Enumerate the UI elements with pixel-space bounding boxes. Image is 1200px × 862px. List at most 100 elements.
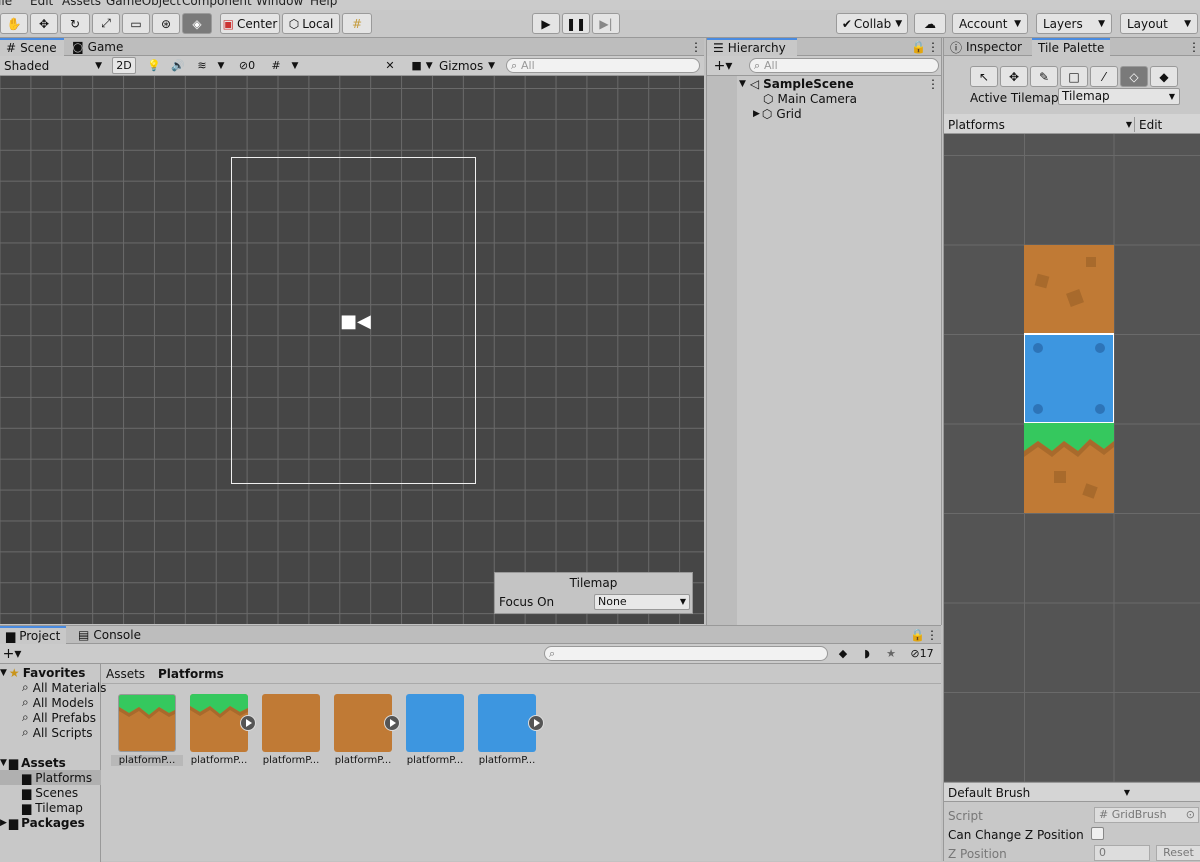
fill-bucket-icon[interactable]: ◆ bbox=[1150, 66, 1178, 87]
label-icon[interactable]: ◗ bbox=[858, 645, 876, 662]
favorites-header[interactable]: ▼ ★ Favorites bbox=[0, 665, 85, 680]
hidden-packages-toggle[interactable]: ⊘ 17 bbox=[906, 645, 938, 662]
asset-thumb-3[interactable] bbox=[262, 694, 320, 752]
expand-arrow-icon[interactable]: ▼ bbox=[739, 79, 746, 89]
select-tool-icon[interactable]: ↖ bbox=[970, 66, 998, 87]
more-options-icon[interactable]: ⋮ bbox=[684, 38, 708, 56]
camera-dropdown[interactable]: ■ ▼ bbox=[406, 57, 438, 74]
play-button[interactable]: ▶ bbox=[532, 13, 560, 34]
box-fill-icon[interactable]: □ bbox=[1060, 66, 1088, 87]
menu-help[interactable]: Help bbox=[310, 0, 337, 8]
tools-icon[interactable]: ✕ bbox=[380, 57, 400, 74]
reset-button[interactable]: Reset bbox=[1156, 845, 1200, 861]
asset-thumb-1[interactable] bbox=[118, 694, 176, 752]
more-options-icon[interactable]: ⋮ bbox=[927, 77, 939, 91]
palette-grid[interactable] bbox=[944, 134, 1200, 782]
brush-dropdown[interactable]: Default Brush ▼ bbox=[948, 785, 1130, 800]
folder-item-platforms[interactable]: ▆ Platforms bbox=[0, 770, 101, 785]
favorite-item[interactable]: ⌕ All Scripts bbox=[22, 725, 92, 740]
rect-tool-icon[interactable]: ▭ bbox=[122, 13, 150, 34]
menu-edit[interactable]: Edit bbox=[30, 0, 53, 8]
lighting-icon[interactable]: 💡 bbox=[144, 57, 164, 74]
scene-search-input[interactable]: ⌕ All bbox=[506, 58, 700, 73]
filter-type-icon[interactable]: ◆ bbox=[834, 645, 852, 662]
2d-toggle[interactable]: 2D bbox=[112, 57, 136, 74]
add-icon[interactable]: +▾ bbox=[711, 57, 735, 74]
tab-game[interactable]: ◙ Game bbox=[66, 38, 126, 56]
camera-gizmo-icon[interactable]: ■◀ bbox=[340, 313, 371, 331]
edit-palette-button[interactable]: Edit bbox=[1134, 117, 1162, 132]
breadcrumb-assets[interactable]: Assets bbox=[106, 666, 145, 681]
expand-arrow-icon[interactable]: ▶ bbox=[753, 109, 760, 119]
tab-scene[interactable]: # Scene bbox=[0, 38, 64, 56]
collab-button[interactable]: ✔ Collab ▼ bbox=[836, 13, 908, 34]
folder-item-scenes[interactable]: ▆ Scenes bbox=[22, 785, 78, 800]
layout-dropdown[interactable]: Layout ▼ bbox=[1120, 13, 1198, 34]
palette-dropdown[interactable]: Platforms ▼ bbox=[948, 117, 1132, 132]
add-icon[interactable]: +▾ bbox=[0, 645, 24, 662]
active-tilemap-dropdown[interactable]: Tilemap ▼ bbox=[1058, 88, 1180, 105]
menu-window[interactable]: Window bbox=[256, 0, 303, 8]
tab-tile-palette[interactable]: Tile Palette bbox=[1032, 38, 1110, 56]
move-tool-icon[interactable]: ✥ bbox=[1000, 66, 1028, 87]
account-dropdown[interactable]: Account ▼ bbox=[952, 13, 1028, 34]
more-options-icon[interactable]: ⋮ bbox=[921, 38, 945, 56]
tab-inspector[interactable]: ⓘ Inspector bbox=[944, 38, 1028, 56]
hierarchy-item-main-camera[interactable]: ⬡ Main Camera bbox=[763, 91, 857, 106]
assets-header[interactable]: ▼ ▆ Assets bbox=[0, 755, 66, 770]
expand-asset-icon[interactable] bbox=[384, 715, 400, 731]
effects-icon[interactable]: ≋ bbox=[192, 57, 212, 74]
eraser-tool-icon[interactable]: ◈ bbox=[182, 13, 212, 34]
hand-tool-icon[interactable]: ✋ bbox=[0, 13, 28, 34]
favorite-item[interactable]: ⌕ All Materials bbox=[22, 680, 106, 695]
tab-project[interactable]: ▆ Project bbox=[0, 626, 66, 644]
hidden-objects-toggle[interactable]: ⊘ 0 bbox=[234, 57, 260, 74]
asset-thumb-5[interactable] bbox=[406, 694, 464, 752]
project-search-input[interactable]: ⌕ bbox=[544, 646, 828, 661]
menu-file[interactable]: File bbox=[0, 0, 12, 8]
hierarchy-item-grid[interactable]: ▶ ⬡ Grid bbox=[753, 106, 802, 121]
favorite-item[interactable]: ⌕ All Prefabs bbox=[22, 710, 96, 725]
pause-button[interactable]: ❚❚ bbox=[562, 13, 590, 34]
rotate-tool-icon[interactable]: ↻ bbox=[60, 13, 90, 34]
tab-hierarchy[interactable]: ☰ Hierarchy bbox=[707, 38, 797, 56]
audio-icon[interactable]: 🔊 bbox=[168, 57, 188, 74]
menu-gameobject[interactable]: GameObject bbox=[106, 0, 181, 8]
pivot-local-button[interactable]: ⬡ Local bbox=[282, 13, 340, 34]
expand-asset-icon[interactable] bbox=[240, 715, 256, 731]
pivot-center-button[interactable]: ▣ Center bbox=[220, 13, 280, 34]
menu-assets[interactable]: Assets bbox=[62, 0, 101, 8]
gizmos-dropdown[interactable]: Gizmos ▼ bbox=[436, 57, 498, 74]
focus-on-dropdown[interactable]: None ▼ bbox=[594, 594, 690, 610]
more-options-icon[interactable]: ⋮ bbox=[920, 626, 944, 644]
tab-console[interactable]: ▤ Console bbox=[72, 626, 144, 644]
step-button[interactable]: ▶| bbox=[592, 13, 620, 34]
star-icon[interactable]: ★ bbox=[882, 645, 900, 662]
grid-snap-icon[interactable]: # bbox=[342, 13, 372, 34]
menu-component[interactable]: Component bbox=[182, 0, 252, 8]
picker-icon[interactable]: ⁄ bbox=[1090, 66, 1118, 87]
favorite-item[interactable]: ⌕ All Models bbox=[22, 695, 94, 710]
layers-dropdown[interactable]: Layers ▼ bbox=[1036, 13, 1112, 34]
paint-brush-icon[interactable]: ✎ bbox=[1030, 66, 1058, 87]
scene-viewport[interactable]: ■◀ Tilemap Focus On None ▼ bbox=[0, 76, 704, 624]
transform-tool-icon[interactable]: ⊛ bbox=[152, 13, 180, 34]
chevron-down-icon[interactable]: ▼ bbox=[214, 57, 228, 74]
folder-item-label: Platforms bbox=[35, 770, 93, 785]
shading-mode-dropdown[interactable]: Shaded ▼ bbox=[0, 57, 106, 74]
chevron-down-icon[interactable]: ▼ bbox=[288, 57, 302, 74]
folder-item-tilemap[interactable]: ▆ Tilemap bbox=[22, 800, 83, 815]
move-tool-icon[interactable]: ✥ bbox=[30, 13, 58, 34]
grid-toggle-icon[interactable]: # bbox=[266, 57, 286, 74]
scale-tool-icon[interactable]: ⤢ bbox=[92, 13, 120, 34]
hierarchy-search-input[interactable]: ⌕ All bbox=[749, 58, 939, 73]
more-options-icon[interactable]: ⋮ bbox=[1182, 38, 1200, 56]
cloud-icon[interactable]: ☁ bbox=[914, 13, 946, 34]
expand-asset-icon[interactable] bbox=[528, 715, 544, 731]
z-position-input[interactable]: 0 bbox=[1094, 845, 1150, 861]
eraser-icon[interactable]: ◇ bbox=[1120, 66, 1148, 87]
breadcrumb-platforms[interactable]: Platforms bbox=[158, 666, 224, 681]
scene-root-item[interactable]: ▼ ◁ SampleScene ⋮ bbox=[739, 76, 939, 91]
z-change-checkbox[interactable] bbox=[1091, 827, 1104, 840]
packages-header[interactable]: ▶ ▆ Packages bbox=[0, 815, 85, 830]
